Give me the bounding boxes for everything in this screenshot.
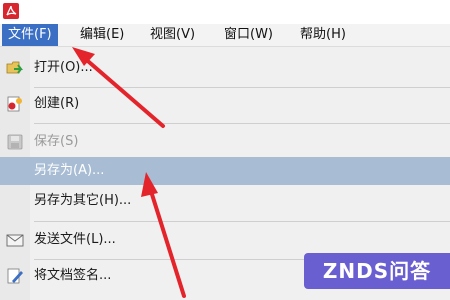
title-bar [0, 0, 450, 24]
envelope-icon [6, 232, 24, 248]
znds-watermark: ZNDS问答 [304, 253, 450, 289]
menu-item-open[interactable]: 打开(O)... [0, 54, 450, 82]
menu-separator [34, 123, 450, 124]
menu-item-open-label: 打开(O)... [34, 60, 93, 75]
open-folder-icon [6, 60, 24, 76]
menu-item-send-file-label: 发送文件(L)... [34, 232, 116, 247]
menu-separator [34, 87, 450, 88]
menu-item-sign-document-label: 将文档签名... [34, 268, 112, 283]
menu-view[interactable]: 视图(V) [144, 24, 201, 46]
menu-item-save-as[interactable]: 另存为(A)... [0, 157, 450, 185]
menu-item-save-as-label: 另存为(A)... [34, 163, 105, 178]
save-disk-icon [6, 134, 24, 150]
menu-item-save-as-other-label: 另存为其它(H)... [34, 193, 132, 208]
menu-item-create-label: 创建(R) [34, 96, 80, 111]
menu-item-send-file[interactable]: 发送文件(L)... [0, 226, 450, 254]
menu-item-create[interactable]: 创建(R) [0, 90, 450, 118]
menu-item-save-as-other[interactable]: 另存为其它(H)... [0, 187, 450, 215]
menu-edit[interactable]: 编辑(E) [74, 24, 130, 46]
menu-help[interactable]: 帮助(H) [294, 24, 352, 46]
menu-file[interactable]: 文件(F) [2, 24, 58, 46]
menu-separator [34, 221, 450, 222]
menu-item-save[interactable]: 保存(S) [0, 128, 450, 156]
menu-bar: 文件(F) 编辑(E) 视图(V) 窗口(W) 帮助(H) [0, 24, 450, 47]
menu-window[interactable]: 窗口(W) [218, 24, 279, 46]
menu-item-save-label: 保存(S) [34, 134, 79, 149]
create-document-icon [6, 96, 24, 112]
sign-pen-icon [6, 268, 24, 284]
acrobat-app-icon [2, 2, 20, 20]
